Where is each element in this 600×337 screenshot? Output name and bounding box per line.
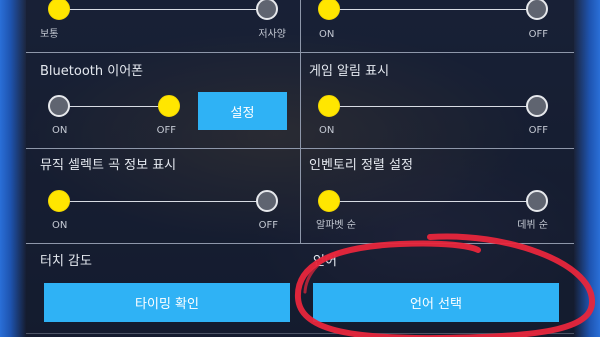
toggle-max-label: OFF	[156, 125, 176, 136]
touch-sensitivity-title: 터치 감도	[40, 254, 92, 269]
timing-check-button[interactable]: 타이밍 확인	[44, 283, 290, 322]
settings-panel: 보통 저사양 ON OFF Bluetooth 이어폰 ON OFF 설정 게임…	[26, 0, 574, 337]
toggle-knob-max[interactable]	[526, 95, 548, 117]
toggle-min-label: ON	[319, 29, 335, 40]
toggle-max-label: OFF	[258, 220, 278, 231]
toggle-knob-max[interactable]	[256, 0, 278, 20]
game-alert-title: 게임 알림 표시	[309, 64, 390, 79]
toggle-track	[59, 201, 269, 202]
language-title: 언어	[313, 254, 337, 269]
left-edge-glow	[0, 0, 26, 337]
toggle-track	[59, 9, 269, 10]
toggle-knob-max[interactable]	[158, 95, 180, 117]
toggle-track	[329, 201, 537, 202]
toggle-min-label: ON	[52, 220, 68, 231]
toggle-track	[329, 9, 537, 10]
toggle-min-label: ON	[52, 125, 68, 136]
toggle-knob-min[interactable]	[48, 190, 70, 212]
bluetooth-settings-button[interactable]: 설정	[198, 92, 287, 130]
toggle-min-label: 알파벳 순	[316, 220, 356, 231]
row-divider	[26, 243, 574, 244]
toggle-knob-min[interactable]	[48, 0, 70, 20]
column-divider	[300, 0, 301, 243]
bottom-divider	[26, 333, 574, 334]
language-select-button[interactable]: 언어 선택	[313, 283, 559, 322]
toggle-knob-max[interactable]	[526, 0, 548, 20]
bluetooth-title: Bluetooth 이어폰	[40, 64, 144, 79]
right-edge-glow	[574, 0, 600, 337]
toggle-max-label: 데뷔 순	[517, 220, 548, 231]
toggle-knob-min[interactable]	[318, 190, 340, 212]
toggle-max-label: OFF	[528, 29, 548, 40]
toggle-max-label: OFF	[528, 125, 548, 136]
toggle-max-label: 저사양	[258, 29, 286, 40]
inventory-sort-title: 인벤토리 정렬 설정	[309, 158, 413, 173]
toggle-knob-max[interactable]	[256, 190, 278, 212]
toggle-knob-min[interactable]	[318, 95, 340, 117]
toggle-track	[59, 106, 169, 107]
toggle-knob-min[interactable]	[318, 0, 340, 20]
toggle-track	[329, 106, 537, 107]
toggle-knob-max[interactable]	[526, 190, 548, 212]
toggle-min-label: ON	[319, 125, 335, 136]
toggle-knob-min[interactable]	[48, 95, 70, 117]
music-select-info-title: 뮤직 셀렉트 곡 정보 표시	[40, 158, 177, 173]
toggle-min-label: 보통	[40, 29, 59, 40]
